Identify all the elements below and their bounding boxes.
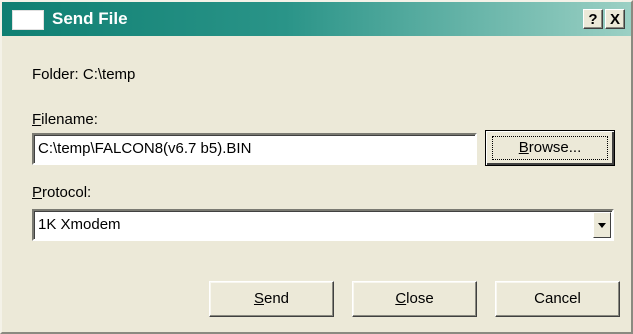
window-icon [12,10,44,30]
browse-label-mnemonic: B [518,139,529,156]
protocol-label: Protocol: [32,184,91,202]
close-label-mnemonic: C [395,290,407,307]
window-title: Send File [52,9,128,28]
filename-label-mnemonic: F [32,111,42,128]
folder-label: Folder: C:\temp [32,66,135,84]
close-label-rest: lose [406,290,434,307]
folder-path: C:\temp [82,66,136,83]
send-label-rest: end [263,290,290,307]
protocol-label-mnemonic: P [32,184,43,201]
close-window-button[interactable]: X [605,9,625,29]
protocol-select[interactable]: 1K Xmodem [32,209,614,241]
send-label-mnemonic: S [253,290,264,307]
filename-label: Filename: [32,111,98,129]
send-button[interactable]: Send [209,281,334,317]
close-button[interactable]: Close [352,281,477,317]
chevron-down-icon[interactable] [593,212,611,238]
browse-focus-rect: Browse... [492,136,608,160]
protocol-label-rest: rotocol: [42,184,92,201]
filename-label-rest: ilename: [41,111,98,128]
browse-label-rest: rowse... [528,139,582,156]
send-file-dialog: Send File ? X Folder: C:\temp Filename: … [0,0,633,334]
protocol-selected-value: 1K Xmodem [38,216,121,233]
folder-label-text: Folder: [32,66,79,83]
filename-input[interactable]: C:\temp\FALCON8(v6.7 b5).BIN [32,133,477,165]
browse-button[interactable]: Browse... [485,130,615,166]
cancel-button[interactable]: Cancel [495,281,620,317]
title-bar[interactable]: Send File ? X [2,2,631,36]
help-button[interactable]: ? [583,9,603,29]
